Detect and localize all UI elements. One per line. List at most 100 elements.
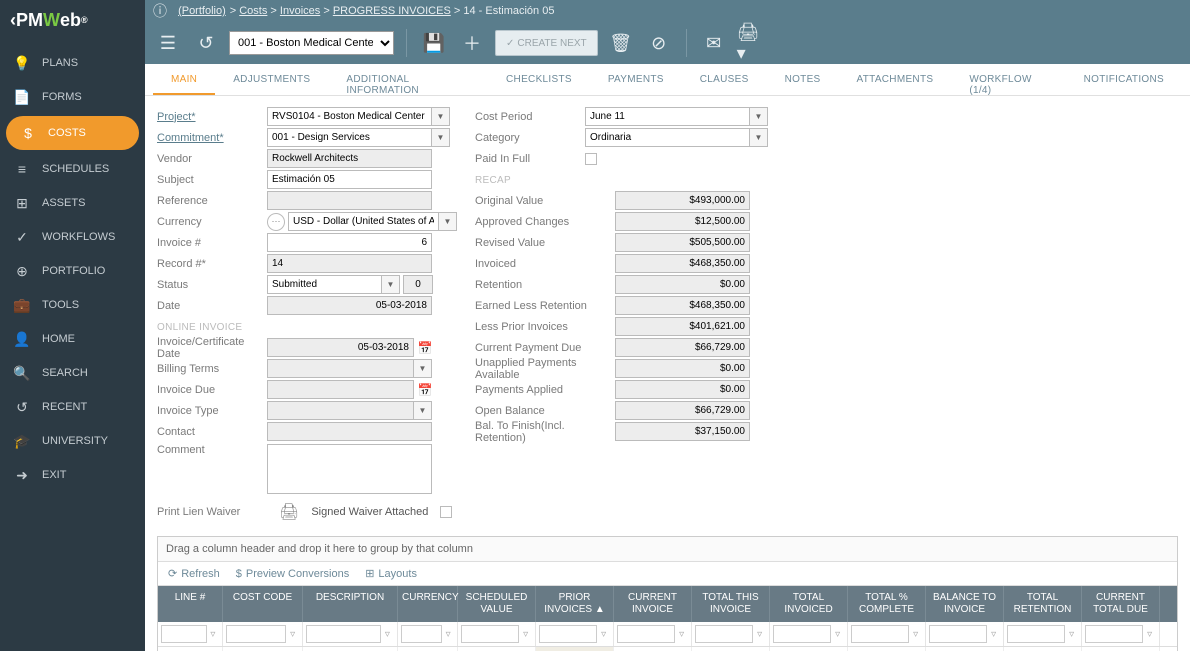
filter-input[interactable] xyxy=(161,625,207,643)
status-field[interactable] xyxy=(267,275,382,294)
chevron-down-icon[interactable]: ▼ xyxy=(414,359,432,378)
add-icon[interactable]: ＋ xyxy=(457,28,487,58)
chevron-down-icon[interactable]: ▼ xyxy=(382,275,400,294)
create-next-button[interactable]: ✓ CREATE NEXT xyxy=(495,30,598,56)
filter-icon[interactable]: ▿ xyxy=(442,625,454,643)
category-field[interactable] xyxy=(585,128,750,147)
col-header[interactable]: PRIOR INVOICES ▲ xyxy=(536,586,614,622)
sidebar-item-university[interactable]: 🎓UNIVERSITY xyxy=(0,424,145,458)
costperiod-field[interactable] xyxy=(585,107,750,126)
comment-field[interactable] xyxy=(267,444,432,494)
col-header[interactable]: LINE # xyxy=(158,586,223,622)
filter-input[interactable] xyxy=(929,625,987,643)
print-icon[interactable]: 🖨 ▾ xyxy=(737,28,767,58)
bc-link[interactable]: PROGRESS INVOICES xyxy=(333,5,451,17)
filter-icon[interactable]: ▿ xyxy=(1065,625,1078,643)
col-header[interactable]: COST CODE xyxy=(223,586,303,622)
filter-icon[interactable]: ▿ xyxy=(753,625,766,643)
subject-field[interactable] xyxy=(267,170,432,189)
filter-input[interactable] xyxy=(851,625,909,643)
filter-icon[interactable]: ▿ xyxy=(909,625,922,643)
tab-main[interactable]: MAIN xyxy=(153,64,215,95)
block-icon[interactable]: ⊘ xyxy=(644,28,674,58)
col-header[interactable]: CURRENT TOTAL DUE xyxy=(1082,586,1160,622)
col-header[interactable]: TOTAL INVOICED xyxy=(770,586,848,622)
filter-icon[interactable]: ▿ xyxy=(519,625,532,643)
calendar-icon[interactable]: 📅 xyxy=(417,338,433,357)
col-header[interactable]: BALANCE TO INVOICE xyxy=(926,586,1004,622)
sidebar-item-forms[interactable]: 📄FORMS xyxy=(0,80,145,114)
refresh-button[interactable]: ⟳ Refresh xyxy=(168,567,220,580)
chevron-down-icon[interactable]: ▼ xyxy=(414,401,432,420)
sidebar-item-workflows[interactable]: ✓WORKFLOWS xyxy=(0,220,145,254)
filter-icon[interactable]: ▿ xyxy=(831,625,844,643)
tab-payments[interactable]: PAYMENTS xyxy=(590,64,682,95)
save-icon[interactable]: 💾 xyxy=(419,28,449,58)
reference-field[interactable] xyxy=(267,191,432,210)
billing-field[interactable] xyxy=(267,359,414,378)
col-header[interactable]: TOTAL THIS INVOICE xyxy=(692,586,770,622)
filter-icon[interactable]: ▿ xyxy=(597,625,610,643)
tab-notifications[interactable]: NOTIFICATIONS xyxy=(1066,64,1182,95)
filter-input[interactable] xyxy=(1007,625,1065,643)
chevron-down-icon[interactable]: ▼ xyxy=(439,212,457,231)
delete-icon[interactable]: 🗑 xyxy=(606,28,636,58)
invoiceno-field[interactable] xyxy=(267,233,432,252)
sidebar-item-schedules[interactable]: ≡SCHEDULES xyxy=(0,152,145,186)
chevron-down-icon[interactable]: ▼ xyxy=(432,128,450,147)
list-icon[interactable]: ☰ xyxy=(153,28,183,58)
table-row[interactable]: 20AmortizaciónUSD - Dollar$0.00$-27,660.… xyxy=(158,647,1177,651)
filter-input[interactable] xyxy=(773,625,831,643)
sidebar-item-home[interactable]: 👤HOME xyxy=(0,322,145,356)
invtype-field[interactable] xyxy=(267,401,414,420)
filter-icon[interactable]: ▿ xyxy=(987,625,1000,643)
history-icon[interactable]: ↺ xyxy=(191,28,221,58)
paidfull-checkbox[interactable] xyxy=(585,153,597,165)
sidebar-item-costs[interactable]: $COSTS xyxy=(6,116,139,150)
tab-checklists[interactable]: CHECKLISTS xyxy=(488,64,590,95)
col-header[interactable]: CURRENT INVOICE xyxy=(614,586,692,622)
grid-group-hint[interactable]: Drag a column header and drop it here to… xyxy=(158,537,1177,562)
filter-input[interactable] xyxy=(461,625,519,643)
tab-notes[interactable]: NOTES xyxy=(767,64,839,95)
currency-more-icon[interactable]: ⋯ xyxy=(267,213,285,231)
bc-link[interactable]: Invoices xyxy=(280,5,320,17)
sidebar-item-search[interactable]: 🔍SEARCH xyxy=(0,356,145,390)
chevron-down-icon[interactable]: ▼ xyxy=(750,128,768,147)
chevron-down-icon[interactable]: ▼ xyxy=(432,107,450,126)
filter-icon[interactable]: ▿ xyxy=(286,625,299,643)
invdue-field[interactable] xyxy=(267,380,414,399)
tab-clauses[interactable]: CLAUSES xyxy=(682,64,767,95)
mail-icon[interactable]: ✉ xyxy=(699,28,729,58)
info-icon[interactable]: ⓘ xyxy=(153,1,167,21)
filter-input[interactable] xyxy=(539,625,597,643)
filter-icon[interactable]: ▿ xyxy=(381,625,394,643)
layouts-button[interactable]: ⊞ Layouts xyxy=(365,567,417,580)
date-field[interactable] xyxy=(267,296,432,315)
tab-additional-information[interactable]: ADDITIONAL INFORMATION xyxy=(328,64,488,95)
col-header[interactable]: CURRENCY xyxy=(398,586,458,622)
col-header[interactable]: SCHEDULED VALUE xyxy=(458,586,536,622)
currency-field[interactable] xyxy=(288,212,439,231)
col-header[interactable]: TOTAL % COMPLETE xyxy=(848,586,926,622)
sidebar-item-tools[interactable]: 💼TOOLS xyxy=(0,288,145,322)
chevron-down-icon[interactable]: ▼ xyxy=(750,107,768,126)
project-field[interactable] xyxy=(267,107,432,126)
commitment-label[interactable]: Commitment* xyxy=(157,132,267,144)
bc-root[interactable]: (Portfolio) xyxy=(178,5,226,17)
filter-icon[interactable]: ▿ xyxy=(675,625,688,643)
contact-field[interactable] xyxy=(267,422,432,441)
preview-button[interactable]: $ Preview Conversions xyxy=(236,567,349,580)
tab-workflow-1-4-[interactable]: WORKFLOW (1/4) xyxy=(951,64,1065,95)
sidebar-item-portfolio[interactable]: ⊕PORTFOLIO xyxy=(0,254,145,288)
sidebar-item-assets[interactable]: ⊞ASSETS xyxy=(0,186,145,220)
sidebar-item-exit[interactable]: ➜EXIT xyxy=(0,458,145,492)
filter-icon[interactable]: ▿ xyxy=(207,625,219,643)
filter-input[interactable] xyxy=(1085,625,1143,643)
calendar-icon[interactable]: 📅 xyxy=(417,380,433,399)
col-header[interactable]: TOTAL RETENTION xyxy=(1004,586,1082,622)
sidebar-item-recent[interactable]: ↺RECENT xyxy=(0,390,145,424)
commitment-field[interactable] xyxy=(267,128,432,147)
bc-link[interactable]: Costs xyxy=(239,5,267,17)
filter-input[interactable] xyxy=(401,625,442,643)
